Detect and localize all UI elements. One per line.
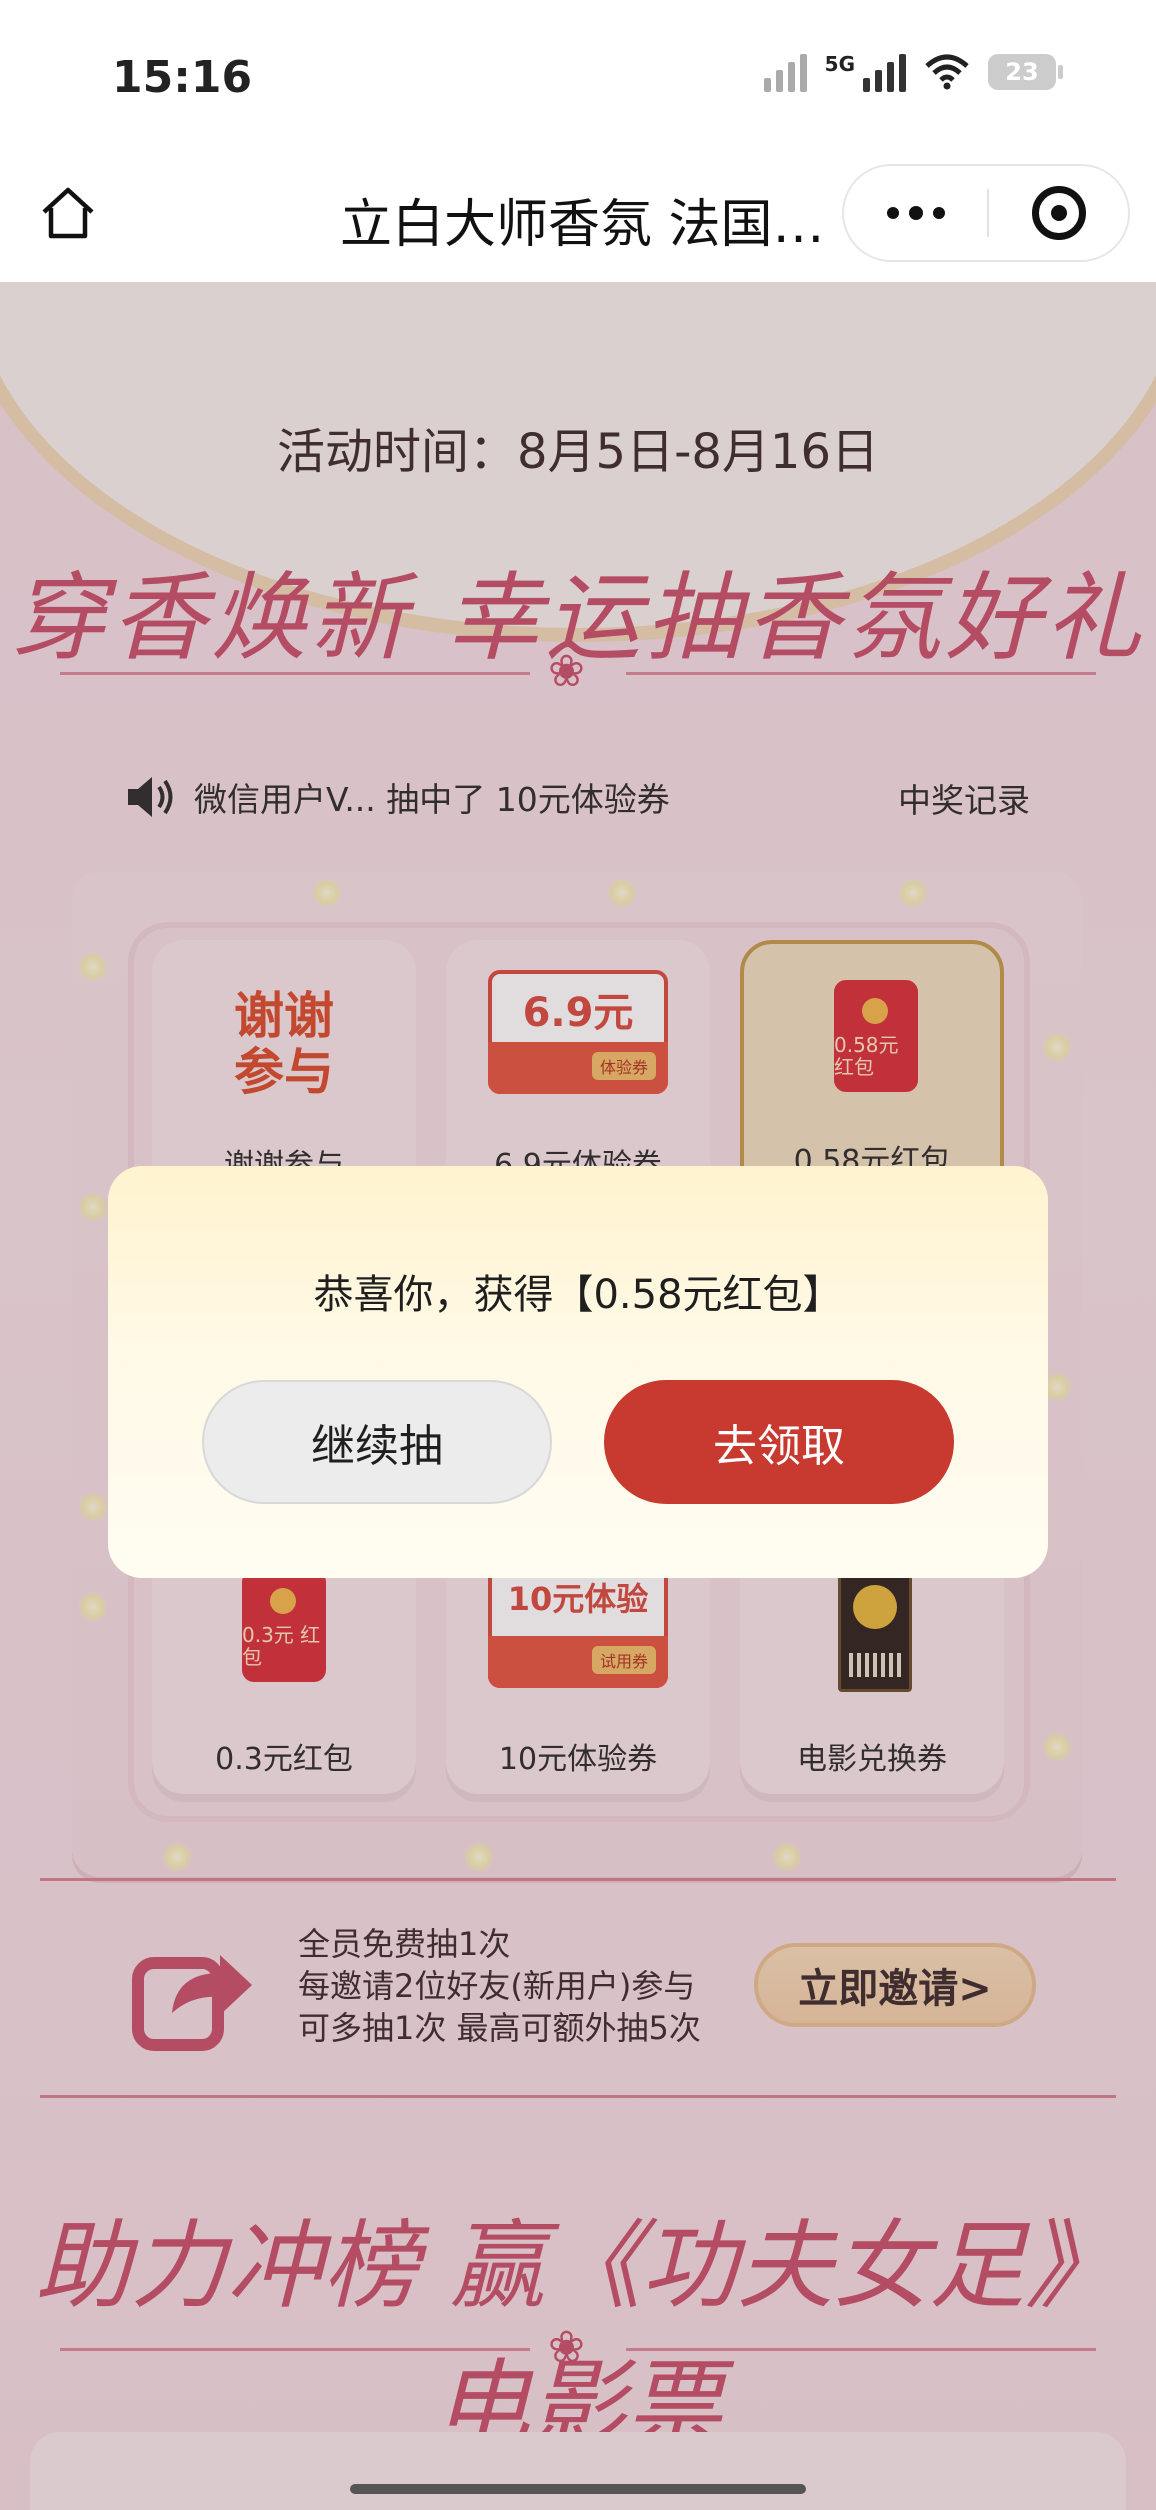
claim-prize-button[interactable]: 去领取 (604, 1380, 954, 1504)
status-time: 15:16 (112, 52, 253, 103)
more-button[interactable] (844, 166, 987, 260)
home-icon (42, 187, 94, 239)
wifi-icon (925, 54, 969, 90)
more-dot-icon (932, 207, 945, 219)
home-indicator[interactable] (350, 2484, 806, 2494)
battery-level: 23 (1005, 58, 1039, 86)
close-target-icon (1031, 186, 1086, 240)
battery-icon: 23 (988, 54, 1063, 90)
more-dot-icon (886, 207, 899, 219)
mini-program-navbar: 立白大师香氛 法国… (0, 160, 1156, 282)
prize-result-dialog: 恭喜你，获得【0.58元红包】 继续抽 去领取 (108, 1166, 1048, 1578)
status-icons: 5G 23 (763, 52, 1063, 92)
continue-draw-button[interactable]: 继续抽 (202, 1380, 552, 1504)
more-dot-icon (908, 206, 923, 220)
capsule-menu (842, 164, 1130, 262)
signal-icon-sim1 (763, 52, 807, 92)
status-bar: 15:16 5G 23 (0, 0, 1156, 160)
prize-result-message: 恭喜你，获得【0.58元红包】 (313, 1272, 843, 1318)
page-title: 立白大师香氛 法国… (340, 195, 825, 255)
network-type: 5G (824, 52, 855, 76)
close-miniprogram-button[interactable] (989, 166, 1128, 260)
signal-icon-sim2 (863, 52, 906, 92)
home-button[interactable] (34, 180, 102, 248)
